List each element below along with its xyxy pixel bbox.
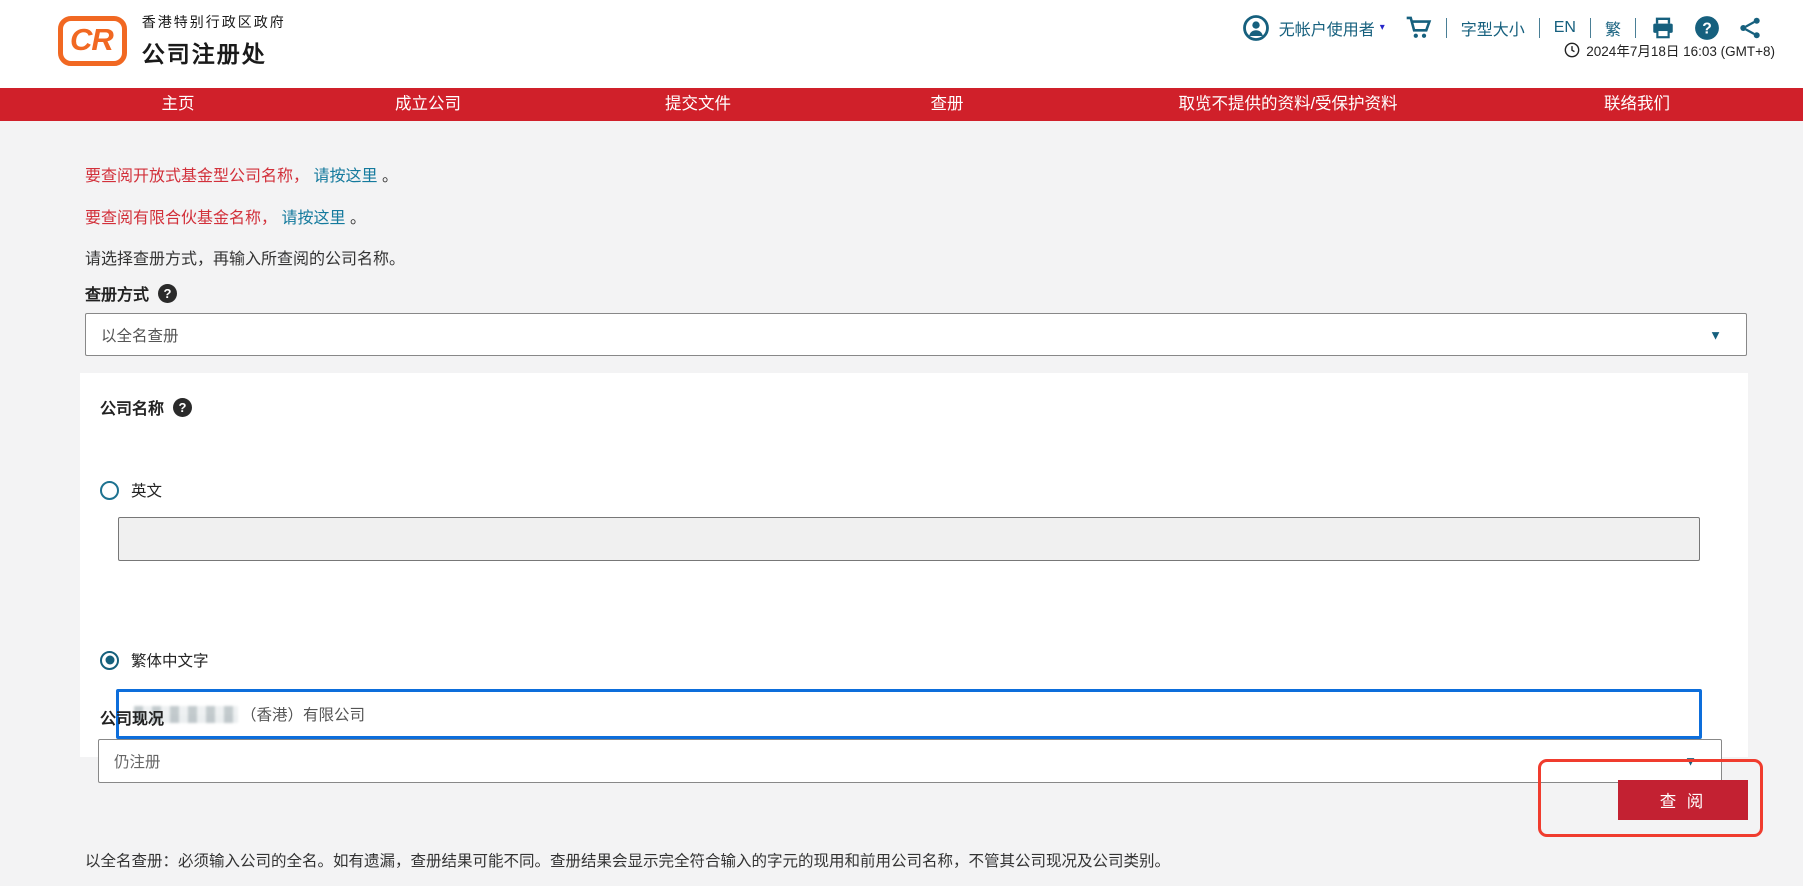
radio-traditional-chinese[interactable]: 繁体中文字 <box>100 649 209 671</box>
search-instruction: 请选择查册方式，再输入所查阅的公司名称。 <box>85 245 405 269</box>
divider <box>1590 18 1591 38</box>
nav-item-incorporation[interactable]: 成立公司 <box>395 88 461 121</box>
user-menu[interactable]: 无帐户使用者 ▾ <box>1243 15 1385 41</box>
main-content: 要查阅开放式基金型公司名称， 请按这里 。 要查阅有限合伙基金名称， 请按这里 … <box>0 121 1803 886</box>
lang-traditional-link[interactable]: 繁 <box>1605 16 1621 40</box>
company-status-select[interactable]: 仍注册 ▼ <box>98 739 1722 783</box>
help-badge-icon[interactable]: ? <box>158 284 177 303</box>
print-icon[interactable] <box>1650 15 1676 41</box>
radio-circle-icon[interactable] <box>100 651 119 670</box>
brand: CR 香港特别行政区政府 公司注册处 <box>58 12 286 69</box>
chinese-name-value: （香港）有限公司 <box>241 703 365 725</box>
english-name-input[interactable] <box>118 517 1700 561</box>
main-nav: 主页 成立公司 提交文件 查册 取览不提供的资料/受保护资料 联络我们 <box>0 88 1803 121</box>
caret-down-icon: ▾ <box>1380 22 1385 33</box>
company-status-label: 公司现况 <box>100 705 164 729</box>
svg-text:?: ? <box>1702 20 1712 37</box>
help-icon[interactable]: ? <box>1694 15 1720 41</box>
help-badge-icon[interactable]: ? <box>173 398 192 417</box>
header: CR 香港特别行政区政府 公司注册处 无帐户使用者 ▾ <box>0 0 1803 88</box>
search-button[interactable]: 查 阅 <box>1618 780 1748 820</box>
search-mode-select[interactable]: 以全名查册 ▼ <box>85 313 1747 356</box>
notice-text: 要查阅有限合伙基金名称， <box>85 210 277 227</box>
radio-circle-icon[interactable] <box>100 481 119 500</box>
cart-icon[interactable] <box>1405 14 1432 41</box>
lang-en-link[interactable]: EN <box>1554 19 1576 37</box>
datetime-text: 2024年7月18日 16:03 (GMT+8) <box>1586 40 1775 60</box>
divider <box>1539 18 1540 38</box>
clock-icon <box>1564 42 1580 58</box>
notice-lp-fund: 要查阅有限合伙基金名称， 请按这里 。 <box>85 204 366 228</box>
nav-item-filing[interactable]: 提交文件 <box>665 88 731 121</box>
user-menu-label: 无帐户使用者 <box>1279 16 1375 40</box>
user-icon <box>1243 15 1269 41</box>
company-status-value: 仍注册 <box>114 750 161 772</box>
search-mode-value: 以全名查册 <box>101 324 179 346</box>
company-name-panel: 公司名称 ? 英文 繁体中文字 （香港）有限公司 公司现况 仍注册 ▼ <box>80 373 1748 757</box>
font-size-control[interactable]: 字型大小 <box>1461 16 1525 40</box>
nav-item-contact[interactable]: 联络我们 <box>1604 88 1670 121</box>
click-here-link[interactable]: 请按这里 <box>281 210 345 227</box>
nav-item-protected-info[interactable]: 取览不提供的资料/受保护资料 <box>1178 88 1397 121</box>
datetime-display: 2024年7月18日 16:03 (GMT+8) <box>1564 40 1775 60</box>
gov-title: 香港特别行政区政府 <box>142 12 286 32</box>
caret-down-icon: ▼ <box>1709 327 1722 342</box>
share-icon[interactable] <box>1738 16 1762 40</box>
notice-open-fund: 要查阅开放式基金型公司名称， 请按这里 。 <box>85 162 398 186</box>
nav-item-search[interactable]: 查册 <box>931 88 964 121</box>
cr-logo: CR <box>58 16 127 66</box>
click-here-link[interactable]: 请按这里 <box>313 168 377 185</box>
chinese-name-input[interactable]: （香港）有限公司 <box>116 689 1702 739</box>
divider <box>1446 18 1447 38</box>
nav-item-home[interactable]: 主页 <box>162 88 195 121</box>
radio-english[interactable]: 英文 <box>100 479 162 501</box>
divider <box>1635 18 1636 38</box>
footnote: 以全名查册：必须输入公司的全名。如有遗漏，查册结果可能不同。查册结果会显示完全符… <box>85 849 1745 871</box>
search-mode-label: 查册方式 ? <box>85 281 177 305</box>
dept-title: 公司注册处 <box>142 35 286 69</box>
company-name-label: 公司名称 ? <box>100 395 192 419</box>
notice-text: 要查阅开放式基金型公司名称， <box>85 168 309 185</box>
